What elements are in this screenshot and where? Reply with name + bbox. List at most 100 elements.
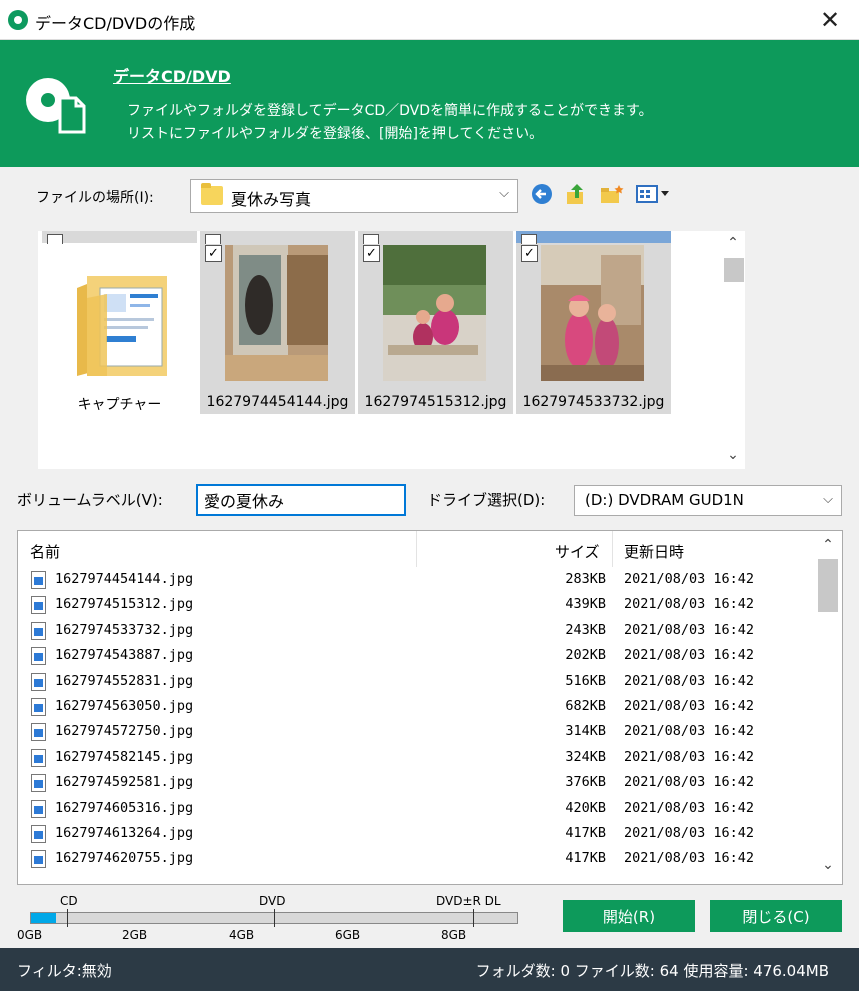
table-row[interactable]: 1627974605316.jpg 420KB 2021/08/03 16:42 — [18, 796, 818, 821]
capacity-scale-label: 4GB — [229, 928, 255, 942]
capacity-scale-label: 6GB — [335, 928, 361, 942]
image-file-icon — [31, 723, 46, 742]
back-arrow-icon — [532, 184, 552, 204]
drive-select-value: (D:) DVDRAM GUD1N — [585, 491, 744, 509]
scroll-down-icon[interactable]: ⌄ — [721, 447, 745, 463]
cell-name: 1627974543887.jpg — [55, 647, 194, 664]
table-row[interactable]: 1627974592581.jpg 376KB 2021/08/03 16:42 — [18, 770, 818, 795]
column-divider[interactable] — [416, 531, 417, 567]
view-menu-button[interactable] — [636, 181, 672, 207]
cell-name: 1627974605316.jpg — [55, 799, 194, 816]
capacity-tick-cd — [67, 909, 68, 927]
cell-size: 682KB — [565, 697, 606, 714]
cell-size: 420KB — [565, 799, 606, 816]
thumbnail-item-partial[interactable] — [200, 231, 355, 244]
cell-name: 1627974563050.jpg — [55, 697, 194, 714]
up-folder-button[interactable] — [564, 181, 588, 207]
folder-icon — [201, 183, 223, 205]
title-bar: データCD/DVDの作成 ✕ — [0, 0, 859, 40]
table-row[interactable]: 1627974515312.jpg 439KB 2021/08/03 16:42 — [18, 592, 818, 617]
cell-name: 1627974572750.jpg — [55, 723, 194, 740]
thumbnail-checkbox[interactable]: ✓ — [521, 245, 538, 262]
table-row[interactable]: 1627974533732.jpg 243KB 2021/08/03 16:42 — [18, 618, 818, 643]
image-file-icon — [31, 697, 46, 716]
cell-size: 417KB — [565, 824, 606, 841]
scrollbar-thumb[interactable] — [818, 559, 838, 612]
image-file-icon — [31, 850, 46, 869]
column-divider[interactable] — [612, 531, 613, 567]
table-row[interactable]: 1627974572750.jpg 314KB 2021/08/03 16:42 — [18, 719, 818, 744]
table-row[interactable]: 1627974613264.jpg 417KB 2021/08/03 16:42 — [18, 821, 818, 846]
scroll-up-icon[interactable]: ⌃ — [814, 537, 842, 553]
thumbnail-checkbox[interactable]: ✓ — [363, 245, 380, 262]
scrollbar-thumb[interactable] — [724, 258, 744, 282]
image-file-icon — [31, 672, 46, 691]
new-folder-button[interactable] — [598, 181, 626, 207]
column-header-date[interactable]: 更新日時 — [624, 541, 684, 562]
thumbnail-item[interactable]: ✓ 1627974515312.jpg — [358, 238, 513, 414]
close-button[interactable]: 閉じる(C) — [710, 900, 842, 932]
thumbnail-item-partial[interactable] — [516, 231, 671, 244]
image-file-icon — [31, 596, 46, 615]
table-row[interactable]: 1627974582145.jpg 324KB 2021/08/03 16:42 — [18, 745, 818, 770]
table-row[interactable]: 1627974620755.jpg 417KB 2021/08/03 16:42 — [18, 846, 818, 871]
status-bar: フィルタ:無効 フォルダ数: 0 ファイル数: 64 使用容量: 476.04M… — [0, 948, 859, 991]
thumbnail-item[interactable]: ✓ 1627974533732.jpg — [516, 238, 671, 414]
start-button[interactable]: 開始(R) — [563, 900, 695, 932]
cell-size: 314KB — [565, 723, 606, 740]
banner-description: ファイルやフォルダを登録してデータCD／DVDを簡単に作成することができます。 … — [127, 100, 653, 146]
thumbnail-label: 1627974515312.jpg — [364, 394, 507, 410]
cell-size: 283KB — [565, 571, 606, 587]
photo-thumbnail — [541, 245, 644, 381]
cell-size: 376KB — [565, 774, 606, 791]
chevron-down-icon: ⌵ — [823, 492, 833, 507]
folder-icon — [77, 276, 167, 376]
table-row[interactable]: 1627974543887.jpg 202KB 2021/08/03 16:42 — [18, 643, 818, 668]
image-file-icon — [31, 799, 46, 818]
table-row[interactable]: 1627974563050.jpg 682KB 2021/08/03 16:42 — [18, 694, 818, 719]
capacity-scale-label: 2GB — [122, 928, 148, 942]
banner-title-link[interactable]: データCD/DVD — [113, 63, 231, 87]
table-row[interactable]: 1627974454144.jpg 283KB 2021/08/03 16:42 — [18, 567, 818, 592]
cell-name: 1627974613264.jpg — [55, 824, 194, 841]
capacity-scale-label: 0GB — [17, 928, 43, 942]
thumbnail-label: 1627974533732.jpg — [522, 394, 665, 410]
cell-date: 2021/08/03 16:42 — [624, 672, 755, 689]
capacity-scale-label: 8GB — [441, 928, 467, 942]
table-row[interactable]: 1627974552831.jpg 516KB 2021/08/03 16:42 — [18, 669, 818, 694]
close-window-button[interactable]: ✕ — [801, 0, 859, 40]
thumbnail-item[interactable]: キャプチャー — [42, 238, 197, 414]
cell-date: 2021/08/03 16:42 — [624, 697, 755, 714]
thumbnail-item-partial[interactable] — [42, 231, 197, 244]
scroll-up-icon[interactable]: ⌃ — [721, 235, 745, 251]
data-disc-icon — [26, 78, 86, 134]
column-header-size[interactable]: サイズ — [555, 541, 600, 562]
up-folder-icon — [567, 184, 583, 204]
cell-size: 243KB — [565, 621, 606, 638]
file-list-scrollbar[interactable]: ⌃ ⌄ — [814, 531, 842, 884]
view-grid-icon — [636, 185, 669, 203]
thumbnail-pane[interactable]: キャプチャー ✓ 1627974454144.jpg ✓ 16279745153… — [38, 231, 721, 469]
scroll-down-icon[interactable]: ⌄ — [814, 857, 842, 873]
file-list[interactable]: 名前 サイズ 更新日時 1627974454144.jpg 283KB 2021/0… — [17, 530, 843, 885]
thumbnail-checkbox[interactable]: ✓ — [205, 245, 222, 262]
column-header-name[interactable]: 名前 — [30, 541, 60, 562]
file-location-select[interactable]: 夏休み写真 ⌵ — [190, 179, 518, 213]
window-title: データCD/DVDの作成 — [35, 14, 196, 33]
drive-select[interactable]: (D:) DVDRAM GUD1N ⌵ — [574, 485, 842, 516]
cell-name: 1627974582145.jpg — [55, 748, 194, 765]
cell-name: 1627974592581.jpg — [55, 774, 194, 791]
capacity-gauge-fill — [31, 913, 56, 923]
image-file-icon — [31, 774, 46, 793]
thumbnail-item-partial[interactable] — [358, 231, 513, 244]
back-button[interactable] — [530, 181, 554, 207]
cell-size: 417KB — [565, 850, 606, 867]
image-file-icon — [31, 748, 46, 767]
thumbnail-item[interactable]: ✓ 1627974454144.jpg — [200, 238, 355, 414]
cell-date: 2021/08/03 16:42 — [624, 647, 755, 664]
volume-label-input[interactable] — [196, 484, 406, 516]
cell-date: 2021/08/03 16:42 — [624, 571, 755, 587]
thumbnail-scrollbar[interactable]: ⌃ ⌄ — [721, 231, 745, 469]
capacity-tick-dvd-dl — [473, 909, 474, 927]
cell-size: 324KB — [565, 748, 606, 765]
